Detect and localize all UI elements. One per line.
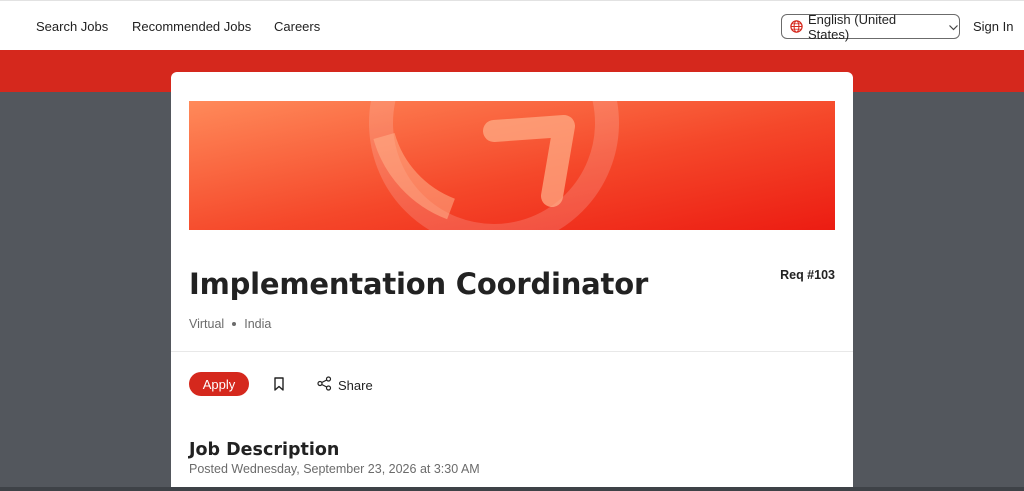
nav-link-search-jobs[interactable]: Search Jobs: [36, 19, 108, 34]
job-description-heading: Job Description: [189, 440, 340, 460]
nav-link-recommended-jobs[interactable]: Recommended Jobs: [132, 19, 251, 34]
job-card: Implementation Coordinator Req #103 Virt…: [171, 72, 853, 491]
top-navigation: Search Jobs Recommended Jobs Careers Eng…: [0, 0, 1024, 50]
requisition-number: Req #103: [780, 268, 835, 282]
job-title: Implementation Coordinator: [189, 267, 649, 301]
posted-date: Posted Wednesday, September 23, 2026 at …: [189, 462, 480, 476]
language-select[interactable]: English (United States): [781, 11, 960, 42]
share-label: Share: [338, 377, 373, 393]
language-select-value: English (United States): [808, 11, 897, 42]
share-button[interactable]: Share: [317, 376, 373, 394]
share-icon: [317, 376, 332, 394]
sign-in-link[interactable]: Sign In: [973, 19, 1013, 34]
location-type: Virtual: [189, 317, 225, 331]
globe-icon: [790, 20, 803, 33]
separator-dot: [232, 322, 237, 326]
divider: [171, 351, 853, 352]
location-country: India: [244, 317, 272, 331]
bottom-strip: [0, 487, 1024, 491]
chevron-down-icon: [948, 21, 959, 32]
apply-button[interactable]: Apply: [189, 372, 249, 396]
job-banner-image: [189, 101, 835, 230]
nav-link-careers[interactable]: Careers: [274, 19, 320, 34]
bookmark-icon[interactable]: [272, 376, 286, 392]
job-location: Virtual India: [189, 317, 271, 331]
